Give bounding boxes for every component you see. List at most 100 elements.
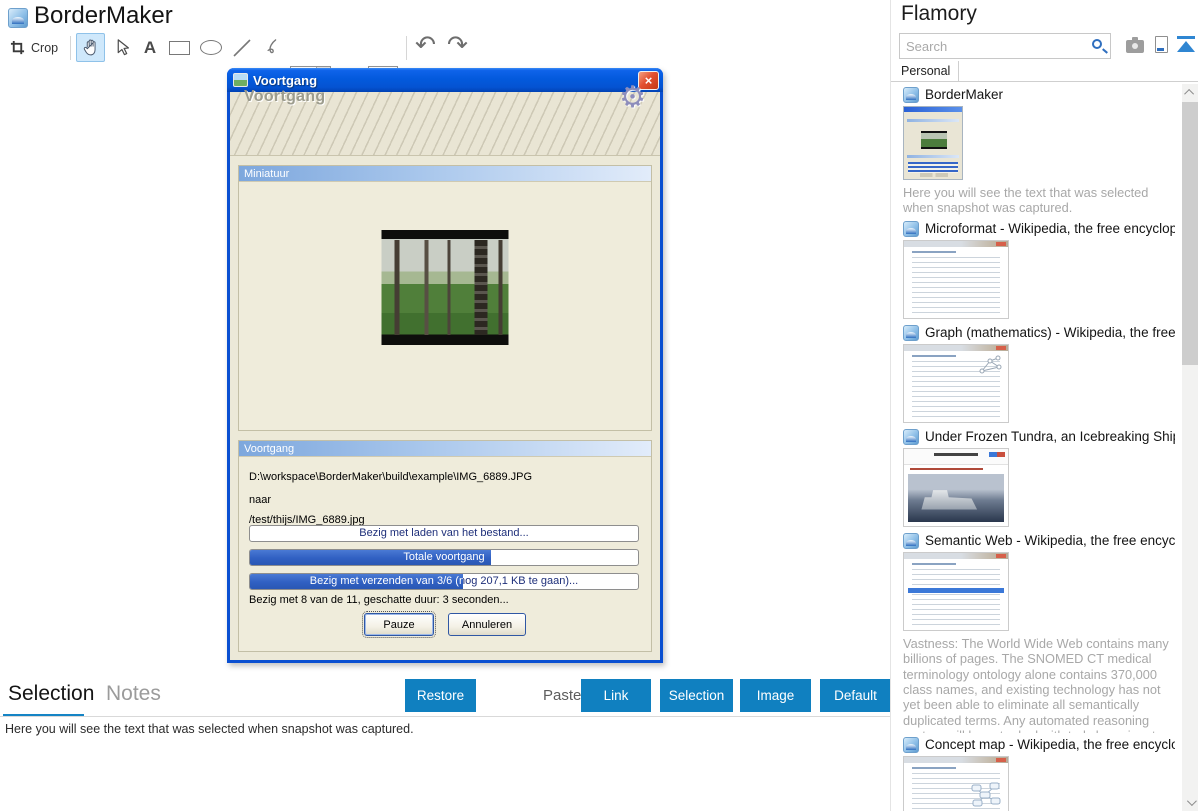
snapshot-thumbnail[interactable] xyxy=(903,552,1009,631)
scroll-down-arrow[interactable] xyxy=(1182,794,1198,811)
text-tool-button[interactable]: A xyxy=(138,33,162,62)
freehand-tool-button[interactable] xyxy=(258,33,286,62)
tree-trunk xyxy=(425,240,429,334)
footer-divider xyxy=(0,716,890,717)
tree-trunk xyxy=(498,240,502,334)
list-item-conceptmap[interactable]: Concept map - Wikipedia, the free encycl… xyxy=(903,736,1175,811)
progress-bar-total: Totale voortgang Totale voortgang xyxy=(249,549,639,566)
toolbar-separator xyxy=(406,36,407,60)
tab-selection[interactable]: Selection xyxy=(8,682,94,706)
progress-group-title: Voortgang xyxy=(239,441,651,457)
hand-tool-button[interactable] xyxy=(76,33,105,62)
tree-trunk xyxy=(394,240,399,334)
rectangle-tool-button[interactable] xyxy=(164,33,194,62)
status-text: Bezig met 8 van de 11, geschatte duur: 3… xyxy=(249,594,509,606)
progress-bar-file: Bezig met laden van het bestand... Bezig… xyxy=(249,525,639,542)
tree-trunk xyxy=(448,240,451,334)
search-input[interactable] xyxy=(900,34,1110,58)
source-path: D:\workspace\BorderMaker\build\example\I… xyxy=(249,471,532,483)
concept-map-doodle xyxy=(968,781,1002,809)
flamory-icon-triangle xyxy=(1177,41,1195,52)
dialog-title: Voortgang xyxy=(253,73,317,88)
list-item-bordermaker[interactable]: BorderMaker Here you will see the text t… xyxy=(903,86,1175,216)
ellipse-tool-button[interactable] xyxy=(196,33,226,62)
progress-bar-label: Totale voortgang xyxy=(250,550,491,565)
bordermaker-app-icon xyxy=(8,8,28,28)
list-item-tundra[interactable]: Under Frozen Tundra, an Icebreaking Ship… xyxy=(903,428,1175,527)
snapshot-app-icon xyxy=(903,325,919,341)
snapshot-thumbnail[interactable] xyxy=(903,106,963,180)
gear-icon[interactable]: ⚙ xyxy=(619,80,646,115)
cursor-tool-button[interactable] xyxy=(108,33,137,62)
snapshot-thumbnail[interactable] xyxy=(903,756,1009,811)
search-box xyxy=(899,33,1111,59)
progress-bar-label: Bezig met verzenden van 3/6 (nog 207,1 K… xyxy=(250,574,463,589)
image-preview xyxy=(382,230,509,345)
paste-selection-button[interactable]: Selection xyxy=(660,679,733,712)
snapshot-title: BorderMaker xyxy=(925,87,1003,102)
progress-group: Voortgang D:\workspace\BorderMaker\build… xyxy=(238,440,652,652)
rectangle-icon xyxy=(169,41,190,55)
camera-icon[interactable] xyxy=(1126,40,1144,53)
snapshot-thumbnail[interactable] xyxy=(903,344,1009,423)
crop-label: Crop xyxy=(31,41,58,55)
snapshot-app-icon xyxy=(903,737,919,753)
hand-icon xyxy=(82,38,100,58)
selection-text: Here you will see the text that was sele… xyxy=(5,722,414,736)
graph-doodle xyxy=(978,355,1004,377)
toolbar: Crop A xyxy=(0,32,890,64)
thumbnail-group-title: Miniatuur xyxy=(239,166,651,182)
progress-bar-fill: Totale voortgang xyxy=(250,550,491,565)
flamory-sidebar: Flamory Personal BorderMaker Her xyxy=(890,0,1198,811)
undo-button[interactable]: ↶ xyxy=(415,30,436,59)
dialog-header-title: Voortgang xyxy=(244,88,326,106)
crop-icon xyxy=(10,40,25,55)
snapshot-thumbnail[interactable] xyxy=(903,240,1009,319)
freehand-icon xyxy=(263,38,281,58)
flamory-icon[interactable] xyxy=(1177,36,1195,53)
dialog-title-icon xyxy=(233,73,248,87)
redo-button[interactable]: ↷ xyxy=(447,30,468,59)
restore-button[interactable]: Restore xyxy=(405,679,476,712)
dialog-button-row: Pauze Annuleren xyxy=(239,613,651,636)
snapshot-snippet: Here you will see the text that was sele… xyxy=(903,185,1175,216)
sidebar-title: Flamory xyxy=(901,2,977,26)
progress-bar-label: Bezig met laden van het bestand... xyxy=(250,526,638,541)
snapshot-app-icon xyxy=(903,429,919,445)
paste-image-button[interactable]: Image xyxy=(740,679,811,712)
paste-link-button[interactable]: Link xyxy=(581,679,651,712)
search-icon[interactable] xyxy=(1092,39,1102,49)
snapshot-title: Under Frozen Tundra, an Icebreaking Ship… xyxy=(925,429,1175,444)
list-item-graph[interactable]: Graph (mathematics) - Wikipedia, the fre… xyxy=(903,324,1175,423)
scroll-up-arrow[interactable] xyxy=(1182,84,1198,101)
pause-button[interactable]: Pauze xyxy=(364,613,434,636)
list-item-microformat[interactable]: Microformat - Wikipedia, the free encycl… xyxy=(903,220,1175,319)
list-item-semanticweb[interactable]: Semantic Web - Wikipedia, the free encyc… xyxy=(903,532,1175,733)
toolbar-separator xyxy=(70,36,71,60)
ellipse-icon xyxy=(200,40,222,55)
snapshot-app-icon xyxy=(903,221,919,237)
screen: BorderMaker Crop A xyxy=(0,0,1198,811)
flamory-icon-bar xyxy=(1177,36,1195,39)
crop-button[interactable]: Crop xyxy=(6,33,62,62)
line-icon xyxy=(232,38,252,58)
to-label: naar xyxy=(249,494,271,506)
thumbnail-group: Miniatuur xyxy=(238,165,652,431)
snapshot-app-icon xyxy=(903,87,919,103)
scrollbar-thumb[interactable] xyxy=(1182,102,1198,365)
tab-notes[interactable]: Notes xyxy=(106,682,161,706)
sidebar-scrollbar[interactable] xyxy=(1182,84,1198,811)
voortgang-dialog: Voortgang × Voortgang ⚙ Miniatuur Voortg… xyxy=(227,68,663,663)
snapshot-thumbnail[interactable] xyxy=(903,448,1009,527)
line-tool-button[interactable] xyxy=(228,33,256,62)
bottom-panel: Selection Notes Restore Paste: Link Sele… xyxy=(0,676,890,811)
document-icon[interactable] xyxy=(1155,36,1168,53)
text-tool-icon: A xyxy=(144,38,156,58)
snapshot-title: Concept map - Wikipedia, the free encycl… xyxy=(925,737,1175,752)
snapshot-list: BorderMaker Here you will see the text t… xyxy=(891,82,1182,811)
cancel-button[interactable]: Annuleren xyxy=(448,613,526,636)
snapshot-app-icon xyxy=(903,533,919,549)
paste-default-button[interactable]: Default xyxy=(820,679,891,712)
paste-label: Paste: xyxy=(543,687,586,704)
tab-personal[interactable]: Personal xyxy=(891,61,959,82)
